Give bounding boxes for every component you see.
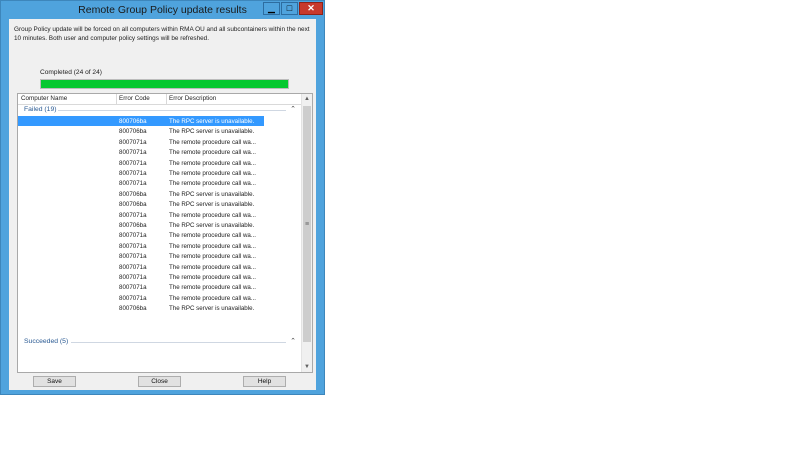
error-description-cell: The remote procedure call wa... — [169, 263, 257, 271]
error-description-cell: The remote procedure call wa... — [169, 232, 257, 240]
error-code-cell: 800706ba — [119, 222, 147, 229]
save-button[interactable]: Save — [33, 376, 76, 387]
table-row[interactable]: 8007071a The remote procedure call wa... — [18, 210, 302, 220]
table-row[interactable]: 8007071a The remote procedure call wa... — [18, 241, 302, 251]
table-row[interactable]: 8007071a The remote procedure call wa... — [18, 282, 302, 292]
chevron-up-icon[interactable]: ⌃ — [290, 105, 296, 113]
close-window-button[interactable]: ✕ — [299, 2, 323, 15]
table-row[interactable]: 8007071a The remote procedure call wa... — [18, 178, 302, 188]
table-row[interactable]: 8007071a The remote procedure call wa... — [18, 293, 302, 303]
table-row[interactable]: 800706ba The RPC server is unavailable. — [18, 189, 302, 199]
group-succeeded-label: Succeeded (5) — [24, 338, 69, 345]
error-description-cell: The RPC server is unavailable. — [169, 118, 255, 125]
error-description-cell: The remote procedure call wa... — [169, 149, 257, 157]
table-row[interactable]: 800706ba The RPC server is unavailable. — [18, 220, 302, 230]
error-description-cell: The remote procedure call wa... — [169, 159, 257, 167]
error-code-cell: 8007071a — [119, 263, 147, 271]
table-row[interactable]: 8007071a The remote procedure call wa... — [18, 158, 302, 168]
error-code-cell: 8007071a — [119, 232, 147, 240]
group-failed[interactable]: Failed (19) ⌃ — [18, 105, 302, 115]
group-succeeded[interactable]: Succeeded (5) ⌃ — [18, 337, 302, 347]
results-window: Remote Group Policy update results ▁ □ ✕… — [0, 0, 325, 395]
grip-icon: ≡ — [304, 221, 310, 228]
group-failed-label: Failed (19) — [24, 106, 57, 113]
error-code-cell: 8007071a — [119, 180, 147, 188]
maximize-button[interactable]: □ — [281, 2, 298, 15]
table-row[interactable]: 8007071a The remote procedure call wa... — [18, 230, 302, 240]
error-description-cell: The remote procedure call wa... — [169, 253, 257, 261]
dialog-body: Group Policy update will be forced on al… — [9, 19, 316, 390]
error-description-cell: The remote procedure call wa... — [169, 180, 257, 188]
error-code-cell: 8007071a — [119, 242, 147, 250]
table-row[interactable]: 800706ba The RPC server is unavailable. — [18, 126, 302, 136]
table-row[interactable]: 8007071a The remote procedure call wa... — [18, 251, 302, 261]
table-row[interactable]: 8007071a The remote procedure call wa... — [18, 168, 302, 178]
column-error-code[interactable]: Error Code — [119, 95, 150, 102]
column-error-description[interactable]: Error Description — [169, 95, 216, 102]
error-description-cell: The remote procedure call wa... — [169, 284, 257, 292]
column-divider[interactable] — [166, 94, 167, 104]
column-computer-name[interactable]: Computer Name — [21, 95, 67, 102]
scrollbar-thumb[interactable]: ≡ — [303, 106, 311, 342]
error-code-cell: 8007071a — [119, 149, 147, 157]
chevron-up-icon[interactable]: ⌃ — [290, 337, 296, 345]
table-row[interactable] — [18, 349, 302, 359]
error-code-cell: 8007071a — [119, 294, 147, 302]
table-row[interactable]: 8007071a The remote procedure call wa... — [18, 147, 302, 157]
progress-label: Completed (24 of 24) — [40, 69, 102, 76]
error-description-cell: The RPC server is unavailable. — [169, 222, 255, 229]
table-row[interactable]: 800706ba The RPC server is unavailable. — [18, 116, 264, 127]
error-code-cell: 800706ba — [119, 201, 147, 209]
error-code-cell: 8007071a — [119, 159, 147, 167]
error-description-cell: The RPC server is unavailable. — [169, 190, 255, 198]
group-divider — [58, 110, 286, 111]
error-code-cell: 800706ba — [119, 305, 147, 313]
title-bar[interactable]: Remote Group Policy update results ▁ □ ✕ — [1, 1, 324, 19]
arrow-down-icon[interactable]: ▼ — [302, 362, 312, 372]
error-description-cell: The RPC server is unavailable. — [169, 201, 255, 209]
help-button[interactable]: Help — [243, 376, 286, 387]
table-row[interactable]: 8007071a The remote procedure call wa... — [18, 262, 302, 272]
error-description-cell: The remote procedure call wa... — [169, 294, 257, 302]
table-row[interactable] — [18, 359, 302, 369]
error-description-cell: The RPC server is unavailable. — [169, 305, 255, 313]
error-description-cell: The remote procedure call wa... — [169, 211, 257, 219]
column-divider[interactable] — [116, 94, 117, 104]
error-code-cell: 8007071a — [119, 138, 147, 146]
error-code-cell: 8007071a — [119, 170, 147, 177]
list-header: Computer Name Error Code Error Descripti… — [18, 94, 302, 105]
error-description-cell: The remote procedure call wa... — [169, 138, 257, 146]
table-row[interactable] — [18, 370, 302, 372]
table-row[interactable]: 800706ba The RPC server is unavailable. — [18, 199, 302, 209]
error-code-cell: 8007071a — [119, 211, 147, 219]
error-code-cell: 800706ba — [119, 118, 147, 125]
minimize-button[interactable]: ▁ — [263, 2, 280, 15]
progress-fill — [41, 80, 288, 88]
table-row[interactable]: 8007071a The remote procedure call wa... — [18, 272, 302, 282]
table-row[interactable]: 8007071a The remote procedure call wa... — [18, 137, 302, 147]
progress-bar — [40, 79, 289, 89]
error-description-cell: The remote procedure call wa... — [169, 274, 257, 281]
close-button[interactable]: Close — [138, 376, 181, 387]
error-code-cell: 8007071a — [119, 253, 147, 261]
error-code-cell: 8007071a — [119, 284, 147, 292]
error-description-cell: The RPC server is unavailable. — [169, 128, 255, 136]
error-code-cell: 800706ba — [119, 190, 147, 198]
results-list[interactable]: Computer Name Error Code Error Descripti… — [17, 93, 313, 373]
group-divider — [71, 342, 286, 343]
arrow-up-icon[interactable]: ▲ — [302, 94, 312, 104]
info-text: Group Policy update will be forced on al… — [14, 26, 310, 42]
table-row[interactable]: 800706ba The RPC server is unavailable. — [18, 303, 302, 313]
error-description-cell: The remote procedure call wa... — [169, 242, 257, 250]
error-code-cell: 8007071a — [119, 274, 147, 281]
error-code-cell: 800706ba — [119, 128, 147, 136]
vertical-scrollbar[interactable]: ▲ ≡ ▼ — [301, 94, 312, 372]
error-description-cell: The remote procedure call wa... — [169, 170, 257, 177]
